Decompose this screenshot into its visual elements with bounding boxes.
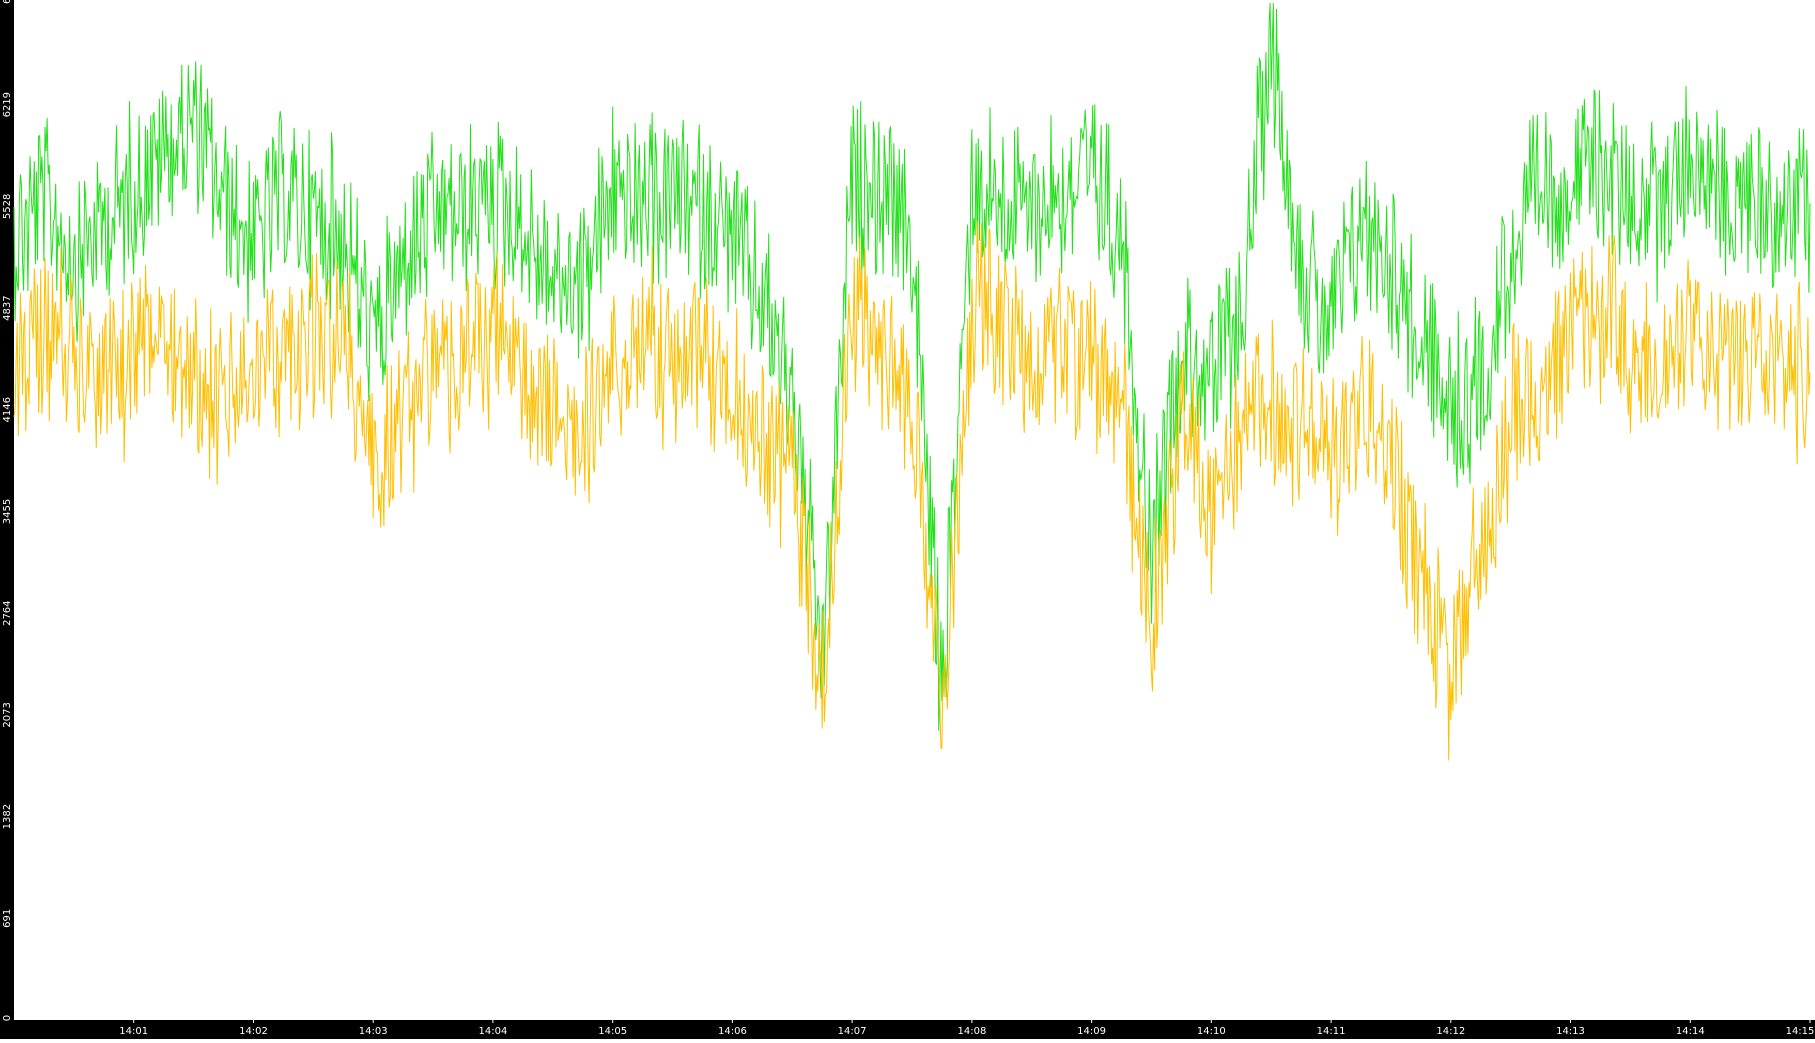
x-tick-label: 14:04 (478, 1026, 507, 1037)
chart-canvas: 0 691 1382 2073 2764 3455 4146 4837 5528 6219 6910… (0, 0, 1815, 1039)
x-tick-label: 14:02 (239, 1026, 268, 1037)
x-tick-label: 14:03 (359, 1026, 388, 1037)
x-tick-label: 14:01 (119, 1026, 148, 1037)
x-tick-label: 14:15 (1786, 1026, 1815, 1037)
x-tick-label: 14:08 (957, 1026, 986, 1037)
y-tick-label: 0 (2, 1015, 13, 1021)
x-tick-label: 14:13 (1556, 1026, 1585, 1037)
x-tick-label: 14:09 (1077, 1026, 1106, 1037)
x-tick-label: 14:12 (1436, 1026, 1465, 1037)
y-tick-label: 691 (2, 909, 13, 928)
x-tick-label: 14:14 (1676, 1026, 1705, 1037)
y-tick-label: 2073 (2, 702, 13, 727)
x-axis-bar (0, 1020, 1815, 1039)
y-tick-label: 5528 (2, 194, 13, 219)
y-tick-label: 3455 (2, 499, 13, 524)
x-tick-label: 14:10 (1197, 1026, 1226, 1037)
x-tick-label: 14:06 (718, 1026, 747, 1037)
x-tick-label: 14:05 (598, 1026, 627, 1037)
y-tick-label: 4146 (2, 397, 13, 422)
y-tick-label: 6910 (2, 0, 13, 4)
x-tick-label: 14:11 (1317, 1026, 1346, 1037)
line-chart: 0 691 1382 2073 2764 3455 4146 4837 5528 6219 6910… (0, 0, 1815, 1039)
y-tick-label: 4837 (2, 295, 13, 320)
y-tick-label: 1382 (2, 804, 13, 829)
y-tick-label: 2764 (2, 600, 13, 625)
x-tick-label: 14:07 (838, 1026, 867, 1037)
y-tick-label: 6219 (2, 92, 13, 117)
